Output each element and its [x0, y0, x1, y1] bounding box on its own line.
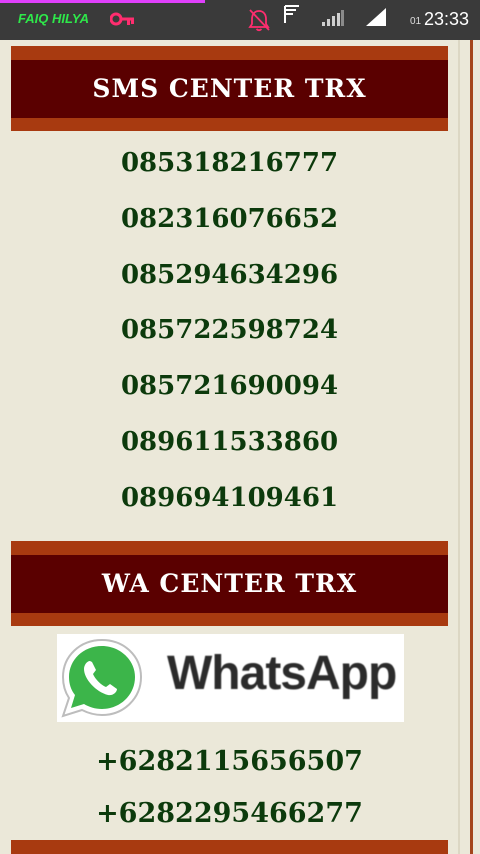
sms-number[interactable]: 085722598724	[11, 303, 448, 359]
scrollbar[interactable]	[458, 40, 480, 854]
next-section-banner	[11, 840, 448, 854]
signal-bars-icon	[322, 10, 344, 26]
wa-center-title: WA CENTER TRX	[11, 555, 448, 613]
notifications-off-icon	[248, 9, 270, 32]
page-content: SMS CENTER TRX 085318216777 082316076652…	[11, 40, 448, 840]
sms-number-list: 085318216777 082316076652 085294634296 0…	[11, 131, 448, 541]
wa-number-list: +6282115656507 +6282295466277	[11, 722, 448, 840]
carrier-name: FAIQ HILYA	[18, 11, 90, 26]
sms-center-banner: SMS CENTER TRX	[11, 46, 448, 131]
sms-number[interactable]: 082316076652	[11, 192, 448, 248]
clock: 23:33	[424, 9, 470, 29]
key-icon	[110, 12, 134, 26]
whatsapp-wordmark: WhatsApp	[167, 647, 397, 700]
sms-number[interactable]: 089611533860	[11, 415, 448, 471]
sms-number[interactable]: 085294634296	[11, 248, 448, 304]
status-bar: FAIQ HILYA 01 23:33	[0, 0, 480, 40]
sms-center-title: SMS CENTER TRX	[11, 60, 448, 118]
signal-outline-icon	[284, 5, 299, 23]
sim-slot: 01	[410, 16, 422, 27]
wa-number[interactable]: +6282295466277	[11, 788, 448, 840]
wifi-icon	[366, 8, 386, 26]
progress-line	[0, 0, 205, 3]
wa-number[interactable]: +6282115656507	[11, 736, 448, 788]
sms-number[interactable]: 089694109461	[11, 471, 448, 527]
sms-number[interactable]: 085721690094	[11, 359, 448, 415]
whatsapp-icon	[61, 638, 143, 718]
sms-number[interactable]: 085318216777	[11, 136, 448, 192]
whatsapp-logo: WhatsApp	[57, 634, 404, 722]
page-margin-left	[0, 40, 11, 854]
wa-center-banner: WA CENTER TRX	[11, 541, 448, 626]
